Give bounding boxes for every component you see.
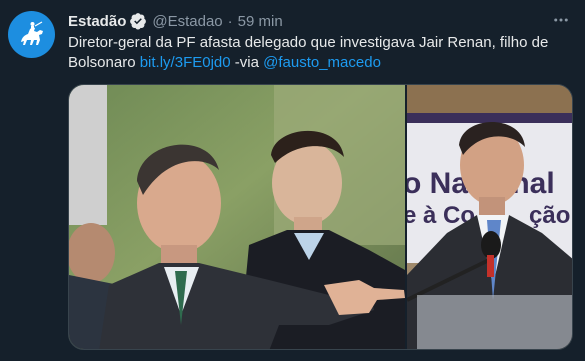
timestamp[interactable]: 59 min	[238, 13, 283, 30]
photo-bolsonaro-renan	[69, 85, 405, 349]
avatar[interactable]	[8, 11, 55, 58]
photo-delegado: o Nacional e à Co ção	[407, 85, 572, 349]
photo-right[interactable]: o Nacional e à Co ção	[407, 85, 572, 349]
tweet-media[interactable]: o Nacional e à Co ção	[68, 84, 573, 350]
display-name[interactable]: Estadão	[68, 13, 126, 30]
separator-dot: ·	[227, 12, 233, 30]
tweet-mention[interactable]: @fausto_macedo	[263, 54, 381, 71]
tweet-link[interactable]: bit.ly/3FE0jd0	[140, 54, 231, 71]
tweet[interactable]: Estadão @Estadao · 59 min Diretor-geral …	[0, 0, 585, 361]
tweet-header: Estadão @Estadao · 59 min	[68, 11, 545, 31]
verified-badge-icon	[129, 12, 147, 30]
more-options-icon[interactable]	[549, 8, 573, 32]
tweet-text-via: -via	[230, 54, 264, 71]
sign-text-line3: ção	[529, 202, 570, 229]
horse-rider-logo-icon	[20, 20, 43, 45]
photo-left[interactable]	[69, 85, 407, 349]
handle[interactable]: @Estadao	[152, 13, 222, 30]
tweet-text: Diretor-geral da PF afasta delegado que …	[68, 33, 568, 73]
